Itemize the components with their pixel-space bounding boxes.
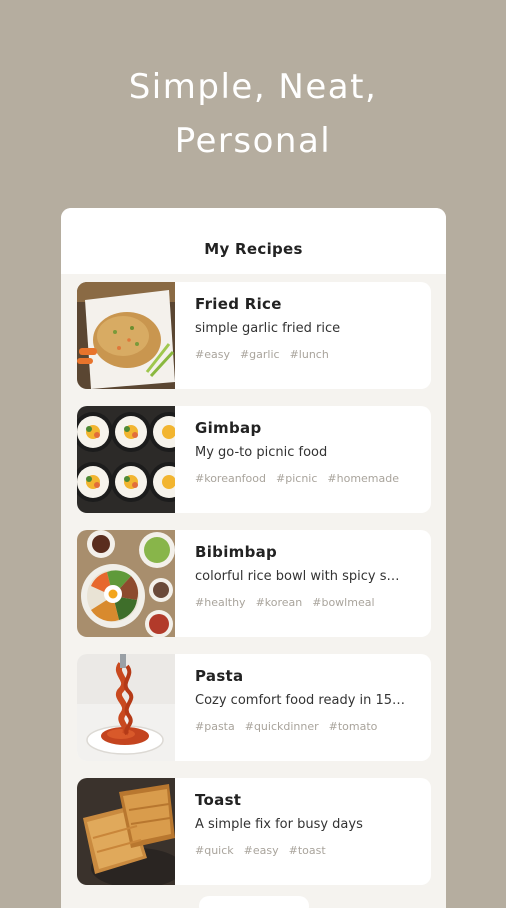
recipe-thumbnail xyxy=(77,530,175,637)
recipe-card-toast[interactable]: Toast A simple fix for busy days #quick … xyxy=(77,778,431,885)
recipe-tag: #lunch xyxy=(289,348,329,361)
recipe-card-fried-rice[interactable]: Fried Rice simple garlic fried rice #eas… xyxy=(77,282,431,389)
recipe-description: A simple fix for busy days xyxy=(195,817,363,832)
recipe-thumbnail xyxy=(77,654,175,761)
recipe-tags: #quick #easy #toast xyxy=(195,844,431,857)
recipe-tags: #koreanfood #picnic #homemade xyxy=(195,472,431,485)
recipe-thumbnail xyxy=(77,778,175,885)
headline-line-1: Simple, Neat, xyxy=(128,67,378,107)
recipe-tag: #tomato xyxy=(328,720,378,733)
recipe-card-gimbap[interactable]: Gimbap My go-to picnic food #koreanfood … xyxy=(77,406,431,513)
recipe-tag: #korean xyxy=(255,596,303,609)
recipe-info: Toast A simple fix for busy days #quick … xyxy=(175,778,431,885)
recipe-tag: #bowlmeal xyxy=(312,596,375,609)
recipe-tag: #koreanfood xyxy=(195,472,267,485)
recipe-title: Bibimbap xyxy=(195,543,278,561)
headline-line-2: Personal xyxy=(174,121,332,162)
recipe-tag: #homemade xyxy=(327,472,400,485)
recipe-tag: #easy xyxy=(243,844,279,857)
recipe-title: Toast xyxy=(195,791,242,809)
recipe-info: Bibimbap colorful rice bowl with spicy s… xyxy=(175,530,431,637)
recipe-tags: #pasta #quickdinner #tomato xyxy=(195,720,431,733)
promo-headline: Simple, Neat, Personal xyxy=(0,60,506,169)
recipe-tags: #healthy #korean #bowlmeal xyxy=(195,596,431,609)
recipe-description: Cozy comfort food ready in 15… xyxy=(195,693,406,708)
recipe-thumbnail xyxy=(77,282,175,389)
page-title: My Recipes xyxy=(204,240,303,258)
recipe-info: Fried Rice simple garlic fried rice #eas… xyxy=(175,282,431,389)
recipe-title: Fried Rice xyxy=(195,295,282,313)
recipe-tag: #quick xyxy=(195,844,234,857)
recipe-tag: #quickdinner xyxy=(244,720,319,733)
recipe-tag: #picnic xyxy=(276,472,318,485)
recipe-description: My go-to picnic food xyxy=(195,445,328,460)
recipe-title: Pasta xyxy=(195,667,244,685)
recipe-card-pasta[interactable]: Pasta Cozy comfort food ready in 15… #pa… xyxy=(77,654,431,761)
recipe-tag: #healthy xyxy=(195,596,246,609)
recipe-description: colorful rice bowl with spicy s… xyxy=(195,569,400,584)
recipe-tag: #garlic xyxy=(239,348,280,361)
app-screen: My Recipes Fried Rice simple garlic frie… xyxy=(61,208,446,908)
recipe-tags: #easy #garlic #lunch xyxy=(195,348,431,361)
recipe-title: Gimbap xyxy=(195,419,262,437)
recipe-info: Pasta Cozy comfort food ready in 15… #pa… xyxy=(175,654,431,761)
recipe-description: simple garlic fried rice xyxy=(195,321,341,336)
recipe-card-bibimbap[interactable]: Bibimbap colorful rice bowl with spicy s… xyxy=(77,530,431,637)
recipe-thumbnail xyxy=(77,406,175,513)
add-recipe-button[interactable] xyxy=(199,896,309,908)
recipe-info: Gimbap My go-to picnic food #koreanfood … xyxy=(175,406,431,513)
recipe-tag: #toast xyxy=(288,844,326,857)
recipe-list: Fried Rice simple garlic fried rice #eas… xyxy=(77,282,431,902)
recipe-tag: #easy xyxy=(195,348,230,361)
app-bar: My Recipes xyxy=(61,208,446,274)
recipe-tag: #pasta xyxy=(195,720,235,733)
